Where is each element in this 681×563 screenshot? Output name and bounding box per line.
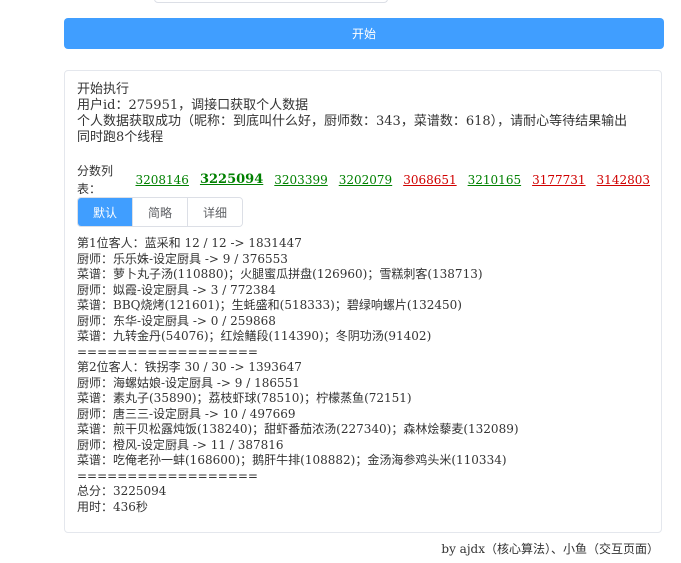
detail-line: 菜谱：萝卜丸子汤(110880)；火腿蜜瓜拼盘(126960)；雪糕刺客(138…	[77, 267, 483, 281]
detail-line: 第1位客人：蓝采和 12 / 12 -> 1831447	[77, 236, 302, 250]
score-link[interactable]: 3210165	[468, 171, 521, 189]
detail-line: 厨师：橙风-设定厨具 -> 11 / 387816	[77, 437, 284, 452]
detail-line: 厨师：唐三三-设定厨具 -> 10 / 497669	[77, 406, 296, 421]
tab-detailed[interactable]: 详细	[187, 198, 242, 226]
score-list-label: 分数列表：	[77, 164, 114, 196]
score-link[interactable]: 3208146	[136, 171, 189, 189]
result-panel: 开始执行 用户id：275951，调接口获取个人数据 个人数据获取成功（昵称：到…	[64, 70, 662, 533]
log-line: 开始执行	[77, 82, 130, 97]
elapsed-time: 用时：436秒	[77, 499, 148, 514]
start-button[interactable]: 开始	[64, 18, 664, 49]
detail-line: 菜谱：吃俺老孙一蚌(168600)；鹅肝牛排(108882)；金汤海参鸡头米(1…	[77, 453, 507, 467]
credits-footer: by ajdx（核心算法）、小鱼（交互页面）	[441, 542, 659, 556]
detail-line: 厨师：姒霞-设定厨具 -> 3 / 772384	[77, 282, 276, 297]
score-list: 分数列表： 3208146 3225094 3203399 3202079 30…	[77, 164, 661, 196]
view-mode-tabs: 默认 简略 详细	[77, 197, 243, 227]
execution-log: 开始执行 用户id：275951，调接口获取个人数据 个人数据获取成功（昵称：到…	[77, 82, 657, 146]
detail-line: 厨师：乐乐姝-设定厨具 -> 9 / 376553	[77, 251, 288, 266]
total-score: 总分：3225094	[77, 484, 167, 498]
score-link[interactable]: 3203399	[274, 171, 327, 189]
detail-line: 菜谱：九转金丹(54076)；红烩鳝段(114390)；冬阴功汤(91402)	[77, 329, 432, 343]
score-link[interactable]: 3177731	[532, 171, 585, 189]
top-input-field[interactable]	[154, 0, 388, 3]
divider-line: ==================	[77, 344, 258, 359]
log-line: 个人数据获取成功（昵称：到底叫什么好，厨师数：343，菜谱数：618），请耐心等…	[77, 114, 628, 129]
tab-brief[interactable]: 简略	[132, 198, 187, 226]
detail-line: 菜谱：煎干贝松露炖饭(138240)；甜虾番茄浓汤(227340)；森林烩藜麦(…	[77, 422, 519, 436]
detail-line: 厨师：东华-设定厨具 -> 0 / 259868	[77, 313, 276, 328]
score-link[interactable]: 3068651	[403, 171, 456, 189]
detail-line: 菜谱：素丸子(35890)；荔枝虾球(78510)；柠檬蒸鱼(72151)	[77, 391, 412, 405]
score-link[interactable]: 3202079	[339, 171, 392, 189]
log-line: 用户id：275951，调接口获取个人数据	[77, 98, 309, 113]
result-detail: 第1位客人：蓝采和 12 / 12 -> 1831447 厨师：乐乐姝-设定厨具…	[77, 236, 657, 515]
score-link-best[interactable]: 3225094	[200, 171, 263, 189]
tab-default[interactable]: 默认	[78, 198, 132, 226]
divider-line: ==================	[77, 468, 258, 483]
log-line: 同时跑8个线程	[77, 130, 164, 145]
score-link[interactable]: 3142803	[597, 171, 650, 189]
detail-line: 厨师：海螺姑娘-设定厨具 -> 9 / 186551	[77, 375, 300, 390]
detail-line: 菜谱：BBQ烧烤(121601)；生蚝盛和(518333)；碧绿响螺片(1324…	[77, 298, 462, 312]
detail-line: 第2位客人：铁拐李 30 / 30 -> 1393647	[77, 360, 302, 374]
